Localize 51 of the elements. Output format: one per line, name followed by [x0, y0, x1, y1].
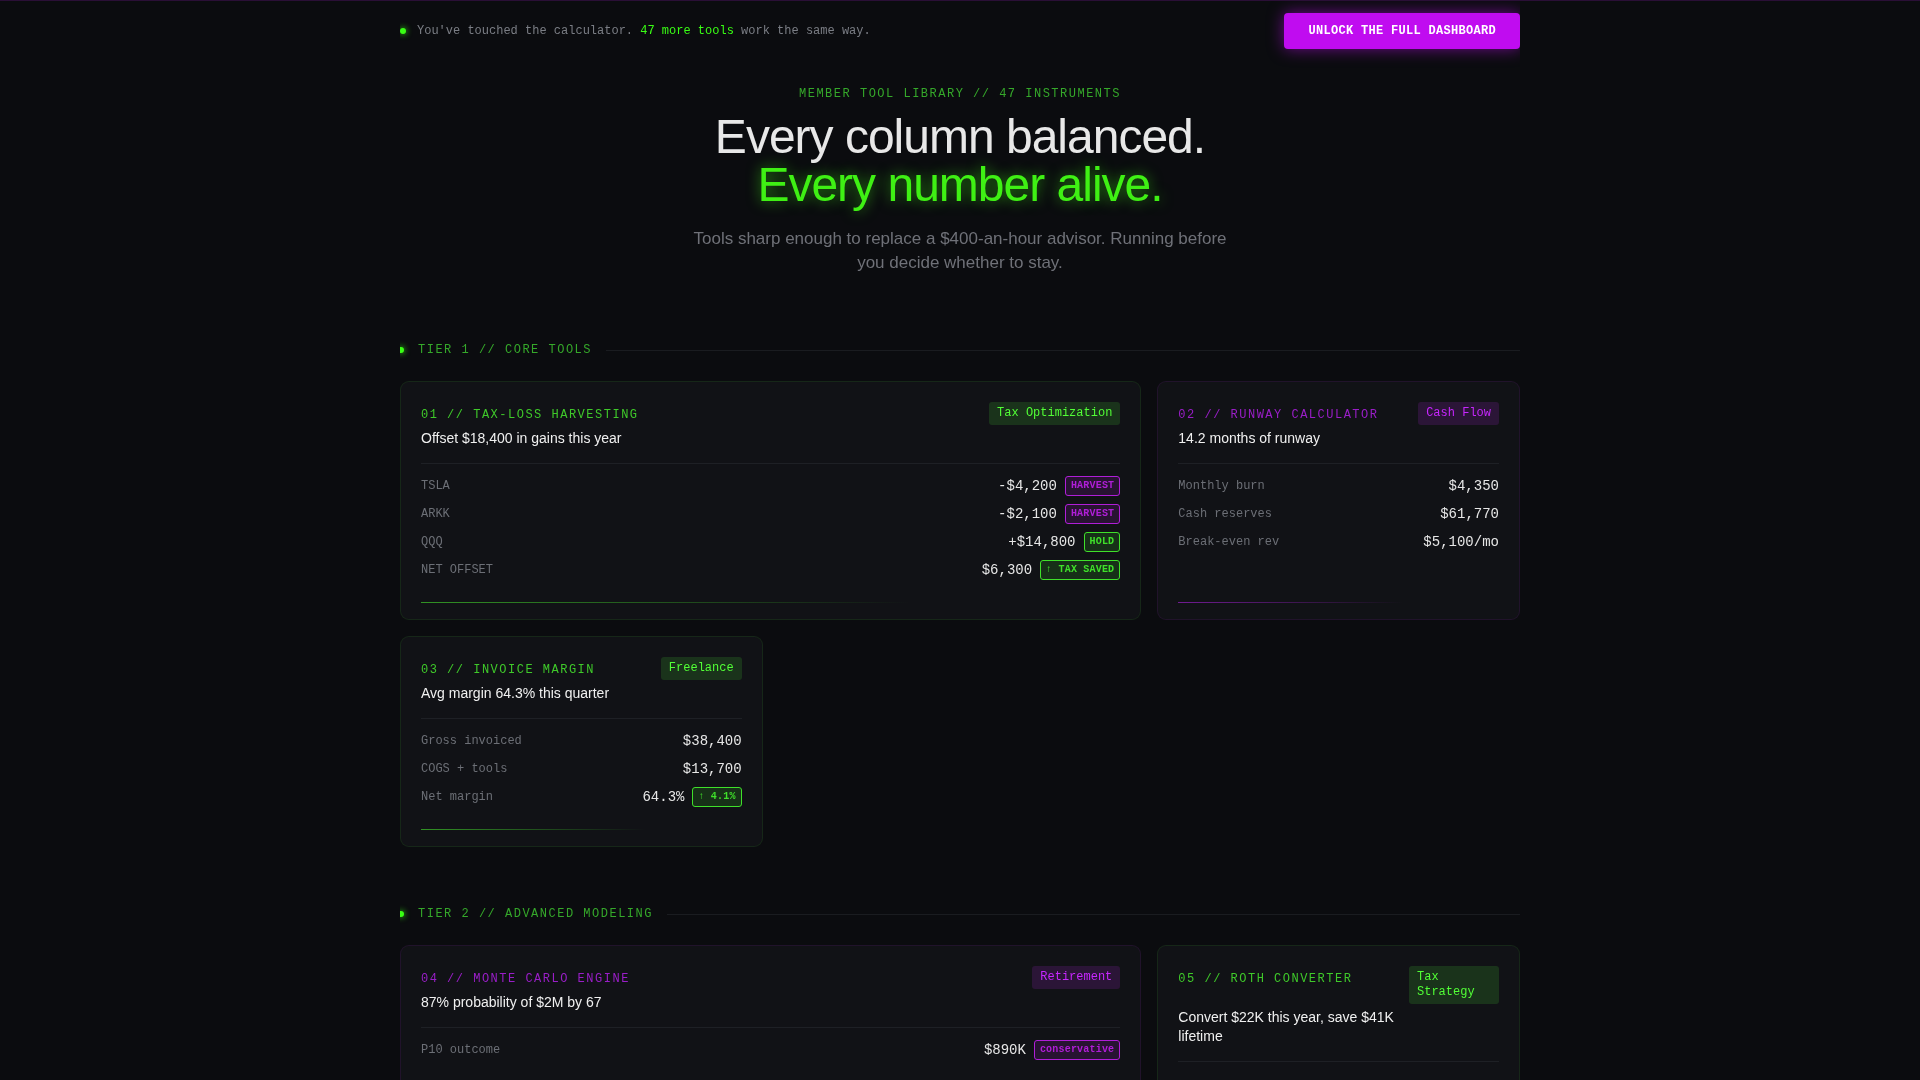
row-value: -$4,200 — [998, 478, 1057, 494]
card-subtitle: Convert $22K this year, save $41K lifetime — [1178, 1008, 1395, 1046]
notice-text: You've touched the calculator. 47 more tools work the same way. — [417, 23, 871, 38]
row-label: QQQ — [421, 535, 443, 549]
status-badge: HARVEST — [1064, 504, 1121, 524]
row-value: $4,350 — [1448, 478, 1499, 494]
status-dot — [400, 27, 406, 34]
headline: Every column balanced. — [714, 113, 1206, 161]
card-title: 05 // ROTH CONVERTER — [1178, 972, 1353, 986]
row-value: $5,100/mo — [1423, 534, 1499, 550]
row-label: P10 outcome — [421, 1043, 501, 1057]
row-label: Gross invoiced — [421, 734, 522, 748]
category-tag: Retirement — [1032, 966, 1121, 989]
hero-subtitle: Tools sharp enough to replace a $400-an-hour advisor. Running before you decide whether to stay. — [692, 228, 1228, 274]
tier-heading: TIER 2 // ADVANCED MODELING — [418, 907, 653, 921]
row-value: $61,770 — [1440, 506, 1499, 522]
card-title: 03 // INVOICE MARGIN — [421, 663, 596, 677]
category-tag: Freelance — [660, 657, 742, 680]
card-title: 01 // TAX-LOSS HARVESTING — [421, 408, 639, 422]
card-title: 04 // MONTE CARLO ENGINE — [421, 972, 630, 986]
row-value: +$14,800 — [1008, 534, 1076, 550]
card-subtitle: 87% probability of $2M by 67 — [421, 993, 603, 1012]
category-tag: Tax Strategy — [1409, 966, 1499, 1004]
category-tag: Cash Flow — [1418, 402, 1499, 425]
eyebrow-label: MEMBER TOOL LIBRARY // 47 INSTRUMENTS — [799, 87, 1121, 101]
row-label: ARKK — [421, 507, 450, 521]
card-subtitle: 14.2 months of runway — [1178, 429, 1321, 448]
row-label: TSLA — [421, 479, 450, 493]
row-label: Monthly burn — [1178, 479, 1265, 493]
row-value: -$2,100 — [998, 506, 1057, 522]
category-tag: Tax Optimization — [989, 402, 1121, 425]
status-badge: HOLD — [1083, 532, 1121, 552]
status-badge: ↑ TAX SAVED — [1040, 560, 1121, 580]
card-title: 02 // RUNWAY CALCULATOR — [1178, 408, 1379, 422]
row-value: $13,700 — [682, 761, 742, 777]
row-label: NET OFFSET — [421, 563, 493, 577]
row-value: 64.3% — [642, 789, 685, 805]
row-value: $890K — [983, 1042, 1026, 1058]
status-badge: HARVEST — [1064, 476, 1121, 496]
status-badge: ↑ 4.1% — [692, 787, 742, 807]
row-label: Cash reserves — [1178, 507, 1272, 521]
card-subtitle: Offset $18,400 in gains this year — [421, 429, 623, 448]
row-value: $6,300 — [981, 562, 1033, 578]
status-badge: conservative — [1033, 1040, 1121, 1060]
row-label: COGS + tools — [421, 762, 508, 776]
card-subtitle: Avg margin 64.3% this quarter — [421, 684, 611, 703]
tier-heading: TIER 1 // CORE TOOLS — [418, 343, 593, 357]
unlock-button[interactable]: UNLOCK THE FULL DASHBOARD — [1284, 12, 1520, 49]
row-label: Break-even rev — [1178, 535, 1280, 549]
row-label: Net margin — [421, 790, 493, 804]
row-value: $38,400 — [682, 733, 742, 749]
